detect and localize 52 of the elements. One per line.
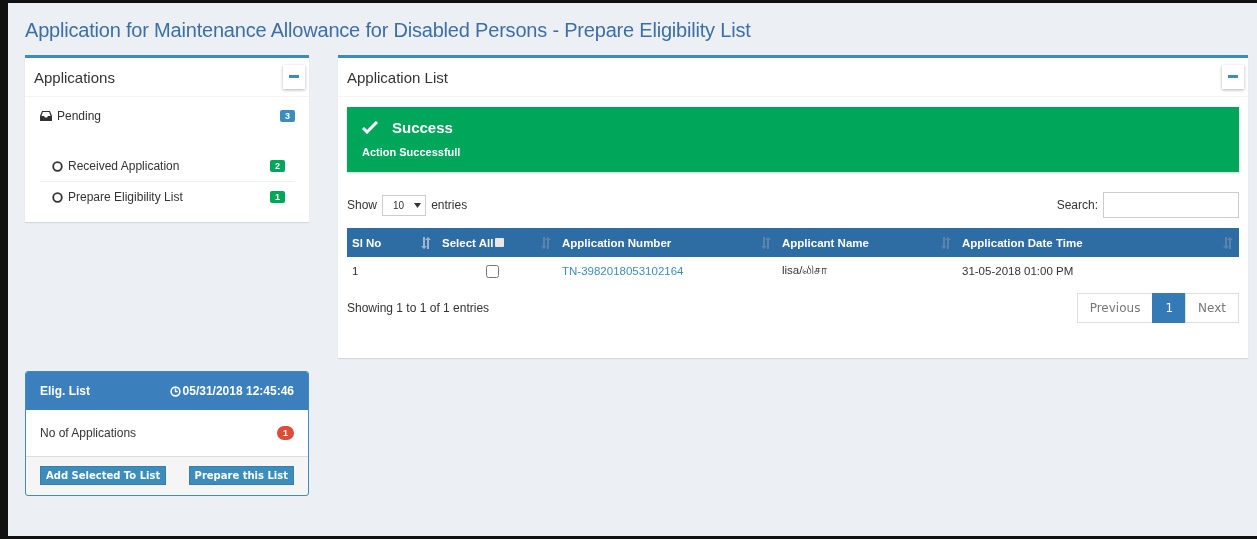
sort-icon xyxy=(1222,236,1234,249)
column-header[interactable]: Application Date Time xyxy=(957,228,1239,257)
row-checkbox[interactable] xyxy=(486,264,499,278)
count-badge: 1 xyxy=(270,191,285,203)
panel-title: Elig. List xyxy=(40,384,90,398)
menu-item[interactable]: Received Application xyxy=(68,159,265,173)
table-cell: lisa/லிசா xyxy=(777,257,957,285)
alert-title: Success xyxy=(392,119,453,136)
alert-message: Action Successfull xyxy=(362,146,462,158)
page-title: Application for Maintenance Allowance for Disabled Persons - Prepare Eligibility List xyxy=(25,19,752,42)
panel-title: Application List xyxy=(347,68,448,86)
application-link[interactable]: TN-3982018053102164 xyxy=(562,265,684,277)
timestamp: 05/31/2018 12:45:46 xyxy=(182,384,294,398)
column-header[interactable]: Application Number xyxy=(557,228,777,257)
panel-title: Applications xyxy=(34,68,115,86)
circle-icon xyxy=(52,160,63,172)
row-label: No of Applications xyxy=(40,426,137,440)
column-header[interactable]: Select All xyxy=(437,228,557,257)
minus-icon xyxy=(1228,75,1238,79)
inbox-icon xyxy=(40,111,52,121)
page-button[interactable]: 1 xyxy=(1152,293,1187,323)
action-button[interactable]: Prepare this List xyxy=(188,466,294,485)
sort-icon xyxy=(540,236,552,249)
table-cell: 1 xyxy=(347,257,437,285)
sort-icon xyxy=(420,236,432,249)
show-label: Show xyxy=(347,198,378,212)
circle-icon xyxy=(52,191,63,203)
page-button[interactable]: Previous xyxy=(1076,293,1154,323)
clock-icon xyxy=(169,385,181,397)
caret-icon xyxy=(414,202,422,208)
table-cell: 31-05-2018 01:00 PM xyxy=(957,257,1239,285)
count-badge: 1 xyxy=(277,426,294,440)
check-icon xyxy=(362,121,378,134)
action-button[interactable]: Add Selected To List xyxy=(40,466,167,485)
column-header[interactable]: Applicant Name xyxy=(777,228,957,257)
page-size-select[interactable]: 10 xyxy=(382,194,427,216)
entries-label: entries xyxy=(431,198,468,212)
menu-item[interactable]: Pending xyxy=(57,109,275,123)
search-field[interactable] xyxy=(1103,192,1239,218)
count-badge: 3 xyxy=(280,110,295,122)
collapse-button[interactable] xyxy=(1222,65,1244,89)
table-info: Showing 1 to 1 of 1 entries xyxy=(347,301,490,315)
sort-icon xyxy=(760,236,772,249)
collapse-button[interactable] xyxy=(283,65,305,89)
search-label: Search: xyxy=(1056,198,1098,212)
page-button[interactable]: Next xyxy=(1185,293,1239,323)
checkbox-icon xyxy=(495,238,505,247)
column-header[interactable]: Sl No xyxy=(347,228,437,257)
count-badge: 2 xyxy=(270,160,285,172)
menu-item[interactable]: Prepare Eligibility List xyxy=(68,190,265,204)
minus-icon xyxy=(289,75,299,79)
sort-icon xyxy=(940,236,952,249)
